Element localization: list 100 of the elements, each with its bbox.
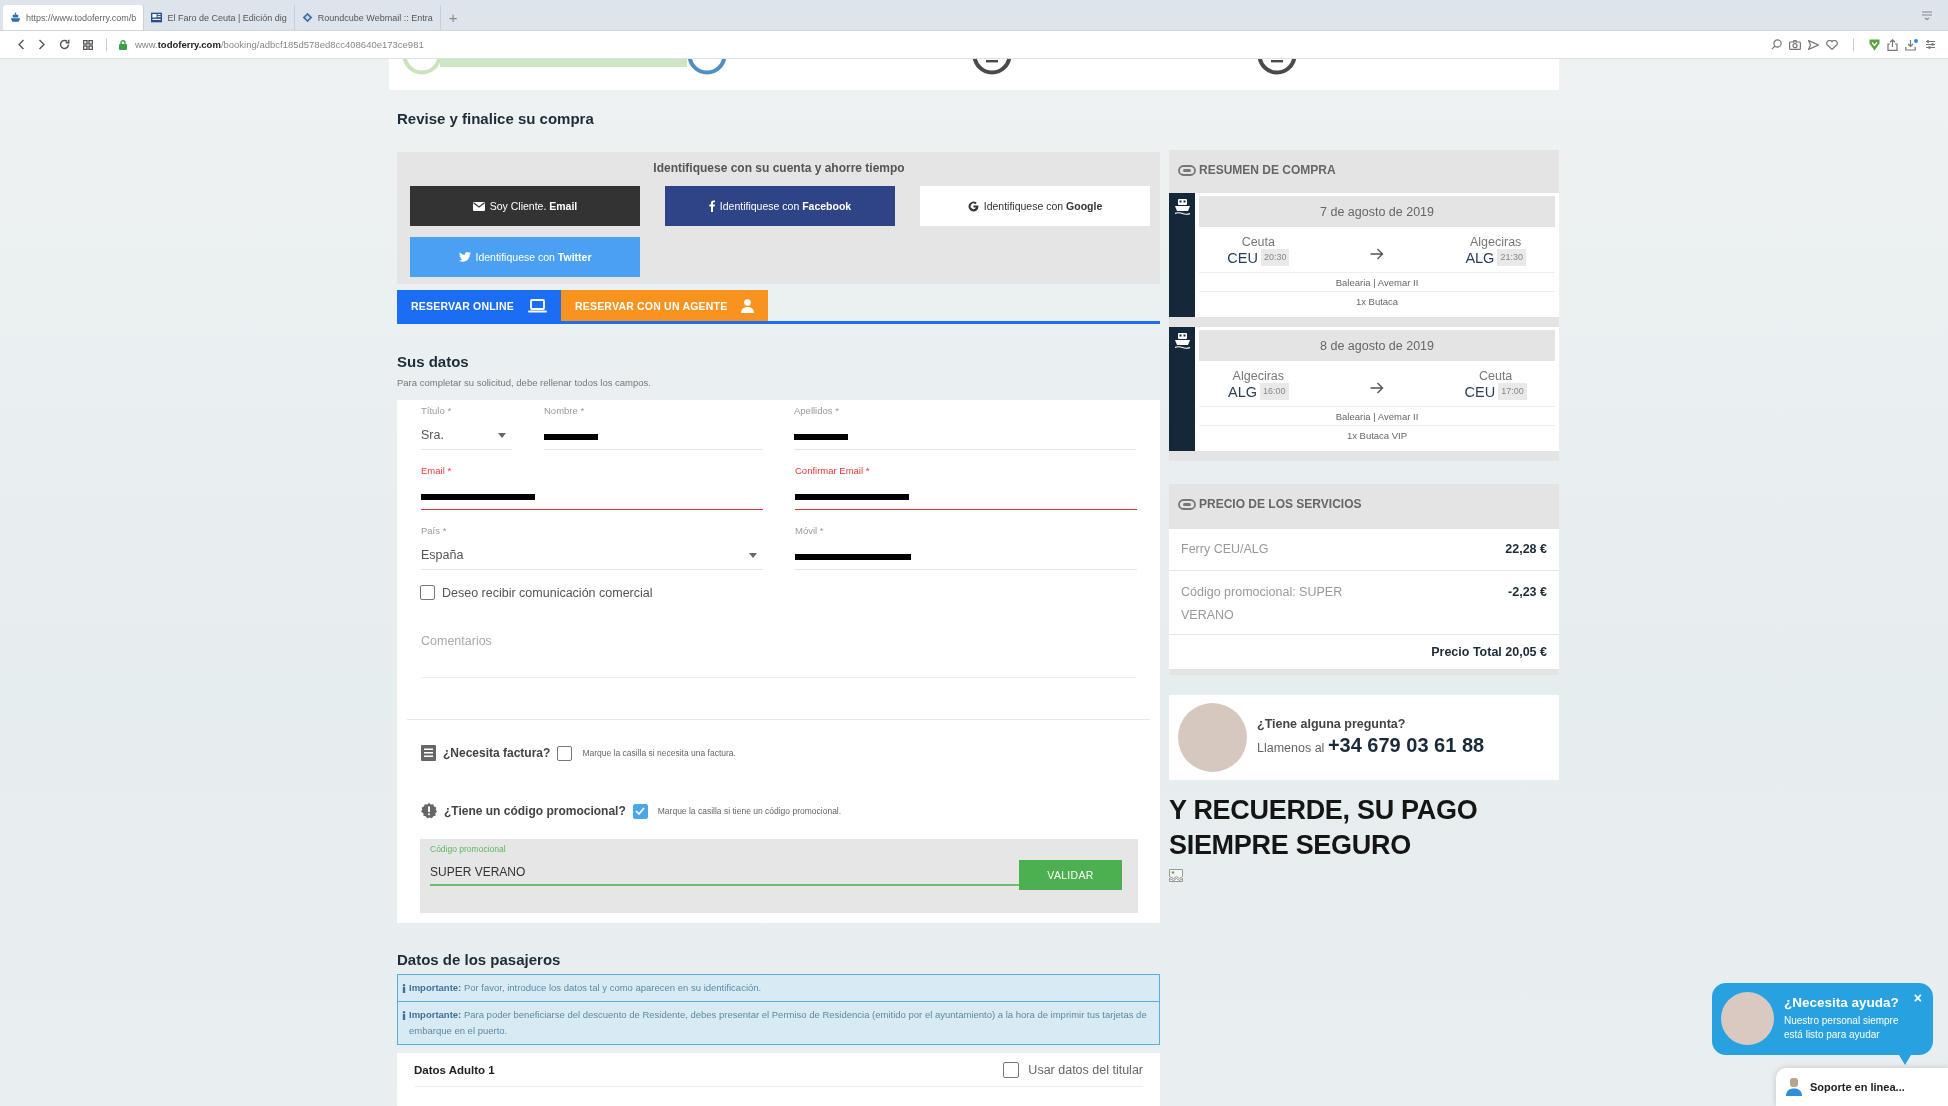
field-label: Confirmar Email * (795, 465, 871, 477)
field-label: Email * (421, 465, 453, 477)
price-label: Código promocional: SUPER VERANO (1181, 584, 1344, 624)
question-label: ¿Necesita factura? (443, 746, 551, 760)
tab-list-icon (1921, 10, 1933, 20)
price-amount: -2,23 € (1508, 584, 1547, 601)
operator-text: Balearia | Avemar II (1199, 273, 1555, 292)
fare-text: 1x Butaca (1354, 295, 1400, 309)
shield-icon (1869, 38, 1880, 51)
facebook-login-button[interactable]: Identifiquese con Facebook (665, 186, 895, 226)
ferry-icon (1174, 332, 1190, 349)
browser-tab[interactable]: El Faro de Ceuta | Edición dig (144, 5, 295, 30)
fare-text: 1x Butaca VIP (1345, 429, 1409, 443)
price-label: Ferry CEU/ALG (1181, 541, 1269, 558)
price-amount: 22,28 € (1505, 541, 1547, 558)
heart-icon (1826, 39, 1838, 50)
chat-message: Nuestro personal siempre está listo para ayudar (1784, 1014, 1900, 1042)
city-name: Algeciras (1231, 368, 1286, 383)
reload-icon (59, 39, 70, 50)
checkbox-label: Usar datos del titular (1028, 1062, 1143, 1077)
city-name: Ceuta (1240, 234, 1276, 249)
download-icon (1905, 38, 1918, 51)
checkbox-label: Deseo recibir comunicación comercial (442, 585, 653, 600)
port-code: CEU (1464, 382, 1496, 401)
time-label: 21:30 (1497, 249, 1526, 266)
envelope-icon (472, 201, 485, 211)
ship-icon (10, 12, 21, 23)
search-icon (1771, 39, 1782, 50)
section-title: Sus datos (397, 353, 470, 371)
broken-image-icon (1169, 869, 1183, 882)
port-code: CEU (1227, 248, 1258, 267)
browser-tab[interactable]: Roundcube Webmail :: Entra (294, 5, 441, 30)
city-name: Ceuta (1477, 368, 1514, 383)
page-title: Revise y finalice su compra (397, 110, 595, 128)
hint-text: Marque la casilla si tiene un código promocional. (657, 806, 842, 816)
hint-text: Marque la casilla si necesita una factura. (582, 748, 736, 758)
checkmark-icon (635, 807, 646, 815)
google-login-button[interactable]: Identifiquese con Google (920, 186, 1150, 226)
browser-tab[interactable]: https://www.todoferry.com/b (3, 5, 145, 30)
field-label: Nombre * (544, 405, 586, 417)
camera-icon (1789, 39, 1801, 50)
checkbox[interactable] (1003, 1061, 1020, 1078)
card-title: RESUMEN DE COMPRA (1199, 163, 1336, 177)
time-label: 16:00 (1260, 383, 1289, 400)
document-icon (421, 745, 436, 761)
date-bar: 8 de agosto de 2019 (1199, 330, 1555, 361)
person-icon (741, 298, 755, 313)
notice-text: Importante: Por favor, introduce los datos tal y como aparecen en su identificación. (409, 981, 762, 995)
question-label: ¿Tiene un código promocional? (444, 804, 626, 818)
total-price: Precio Total 20,05 € (1431, 644, 1547, 661)
port-code: ALG (1228, 383, 1258, 401)
laptop-icon (527, 298, 547, 313)
avatar-placeholder (1721, 992, 1774, 1045)
time-label: 17:00 (1498, 383, 1527, 400)
support-online-button[interactable]: Soporte en linea... (1776, 1068, 1948, 1106)
passenger-title: Datos Adulto 1 (414, 1063, 495, 1076)
booking-tab[interactable]: RESERVAR ONLINE (397, 290, 561, 321)
ferry-icon (1174, 198, 1190, 215)
send-icon (1808, 39, 1819, 50)
info-icon (402, 1011, 406, 1020)
google-icon (967, 200, 979, 212)
login-title: Identifiquese con su cuenta y ahorre tiempo (652, 160, 906, 176)
share-icon (1887, 38, 1898, 51)
checkbox[interactable] (557, 745, 573, 761)
ticket-icon (1178, 497, 1196, 511)
diamond-icon (301, 12, 313, 23)
notice-text: Importante: Para poder beneficiarse del descuento de Residente, debes presentar el Permiso de Residencia (emitido por el ayuntamiento) a la hora de imprimir tus tarjetas de embarque en el puerto. (409, 1008, 1148, 1038)
support-question: ¿Tiene alguna pregunta? (1257, 716, 1407, 733)
field-label: Código promocional (430, 844, 507, 854)
field-label: País * (421, 525, 448, 537)
port-code: ALG (1465, 249, 1495, 267)
person-icon (1786, 1078, 1802, 1096)
card-title: PRECIO DE LOS SERVICIOS (1199, 497, 1362, 511)
sliders-icon (1925, 39, 1936, 50)
newspaper-icon (151, 12, 163, 23)
email-login-button[interactable]: Soy Cliente. Email (410, 186, 640, 226)
forward-icon (38, 39, 46, 50)
dropdown[interactable]: Sra. (421, 417, 512, 450)
checkbox[interactable] (632, 803, 648, 819)
section-title: Datos de los pasajeros (397, 951, 562, 969)
chat-title: ¿Necesita ayuda? (1784, 994, 1899, 1012)
caret-icon (498, 433, 506, 438)
alert-badge-icon (421, 803, 437, 819)
bird-icon (458, 252, 471, 262)
dropdown[interactable]: España (421, 537, 763, 570)
time-label: 20:30 (1260, 249, 1290, 266)
city-name: Algeciras (1468, 234, 1523, 249)
field-label: Título * (421, 405, 453, 417)
address-field[interactable]: www.todoferry.com/booking/adbcf185d578ed8cc408640e173ce981 (135, 39, 424, 50)
field-label: Apellidos * (794, 405, 840, 417)
caret-icon (749, 553, 757, 558)
promo-code-field[interactable]: SUPER VERANO (430, 860, 1019, 886)
field-label: Móvil * (795, 525, 825, 537)
checkbox[interactable] (420, 585, 435, 600)
lock-icon (119, 39, 127, 50)
support-phone-text: Llamenos al +34 679 03 61 88 (1257, 733, 1485, 758)
back-icon (17, 39, 25, 50)
ticket-icon (1178, 163, 1196, 177)
date-bar: 7 de agosto de 2019 (1199, 196, 1555, 227)
arrow-right-icon (1370, 381, 1384, 394)
